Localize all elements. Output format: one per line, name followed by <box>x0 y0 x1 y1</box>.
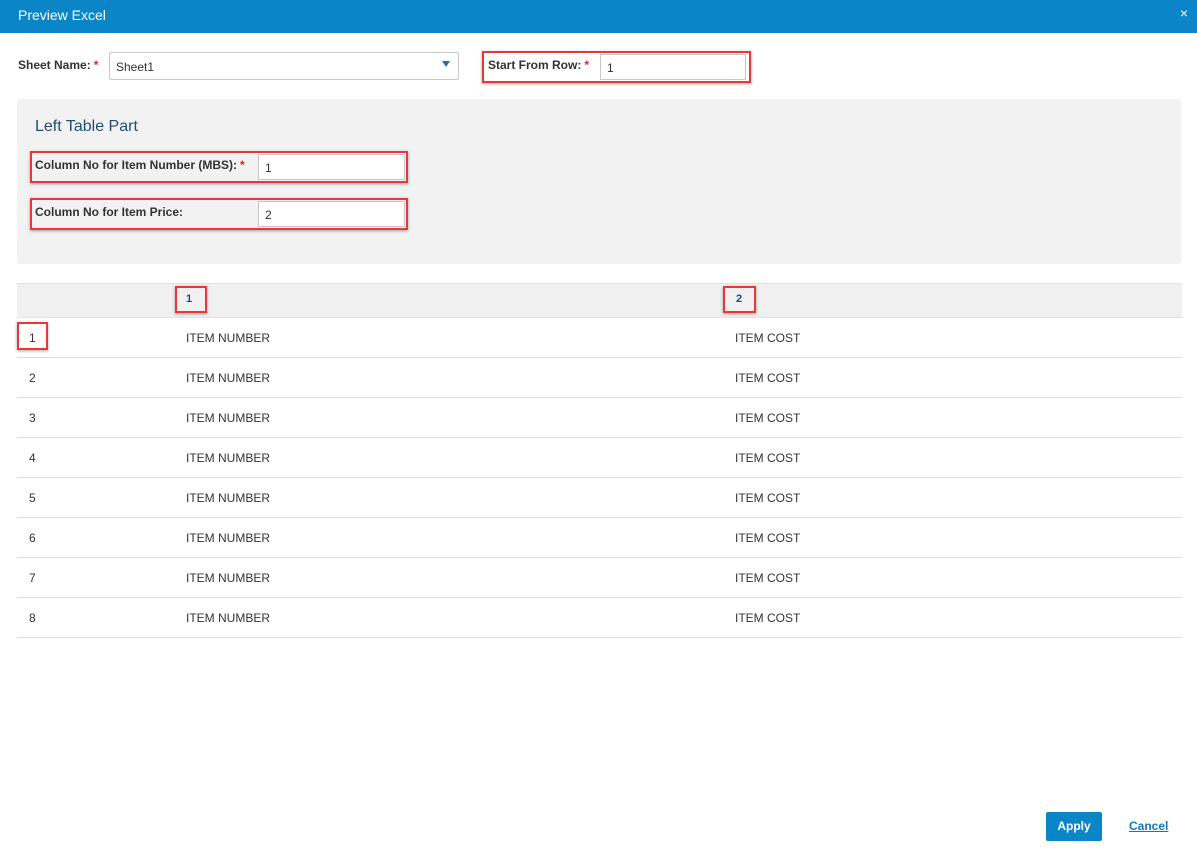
row-number: 8 <box>29 611 36 625</box>
column-header-2[interactable]: 2 <box>736 293 742 305</box>
item-number-cell: ITEM NUMBER <box>186 611 270 625</box>
sheet-name-select[interactable]: Sheet1 <box>109 52 459 80</box>
item-number-cell: ITEM NUMBER <box>186 571 270 585</box>
item-price-col-label: Column No for Item Price: <box>35 205 184 219</box>
sheet-name-label: Sheet Name: * <box>18 58 98 72</box>
sheet-name-label-text: Sheet Name: <box>18 58 91 72</box>
row-number: 6 <box>29 531 36 545</box>
required-mark: * <box>240 158 245 172</box>
left-table-part-panel <box>17 99 1181 264</box>
row-number: 1 <box>29 331 36 345</box>
table-row[interactable]: 7 ITEM NUMBER ITEM COST <box>17 558 1182 598</box>
cancel-link[interactable]: Cancel <box>1129 819 1168 833</box>
required-mark: * <box>584 58 590 72</box>
item-price-col-input[interactable]: 2 <box>258 201 405 227</box>
panel-title: Left Table Part <box>35 118 138 135</box>
item-number-cell: ITEM NUMBER <box>186 531 270 545</box>
item-number-cell: ITEM NUMBER <box>186 491 270 505</box>
dialog-titlebar: Preview Excel × <box>0 0 1197 33</box>
required-mark: * <box>93 58 99 72</box>
start-row-label: Start From Row: * <box>488 58 589 72</box>
row-number: 5 <box>29 491 36 505</box>
table-row[interactable]: 6 ITEM NUMBER ITEM COST <box>17 518 1182 558</box>
table-row[interactable]: 3 ITEM NUMBER ITEM COST <box>17 398 1182 438</box>
item-number-cell: ITEM NUMBER <box>186 451 270 465</box>
row-number: 4 <box>29 451 36 465</box>
table-row[interactable]: 1 ITEM NUMBER ITEM COST <box>17 318 1182 358</box>
start-row-input[interactable]: 1 <box>600 54 746 80</box>
item-number-col-input[interactable]: 1 <box>258 154 405 180</box>
item-cost-cell: ITEM COST <box>735 411 801 425</box>
dialog-title: Preview Excel <box>18 7 106 23</box>
item-number-cell: ITEM NUMBER <box>186 371 270 385</box>
row-number: 3 <box>29 411 36 425</box>
apply-button[interactable]: Apply <box>1046 812 1102 841</box>
close-icon[interactable]: × <box>1180 6 1188 20</box>
table-row[interactable]: 2 ITEM NUMBER ITEM COST <box>17 358 1182 398</box>
item-number-cell: ITEM NUMBER <box>186 411 270 425</box>
item-cost-cell: ITEM COST <box>735 531 801 545</box>
sheet-name-value: Sheet1 <box>116 60 155 74</box>
item-cost-cell: ITEM COST <box>735 451 801 465</box>
item-cost-cell: ITEM COST <box>735 331 801 345</box>
item-number-cell: ITEM NUMBER <box>186 331 270 345</box>
row-number: 2 <box>29 371 36 385</box>
item-cost-cell: ITEM COST <box>735 491 801 505</box>
chevron-down-icon[interactable] <box>442 61 450 67</box>
item-cost-cell: ITEM COST <box>735 611 801 625</box>
item-cost-cell: ITEM COST <box>735 571 801 585</box>
row-number: 7 <box>29 571 36 585</box>
item-number-col-label-text: Column No for Item Number (MBS): <box>35 158 237 172</box>
table-row[interactable]: 4 ITEM NUMBER ITEM COST <box>17 438 1182 478</box>
item-cost-cell: ITEM COST <box>735 371 801 385</box>
start-row-label-text: Start From Row: <box>488 58 582 72</box>
item-number-col-label: Column No for Item Number (MBS): * <box>35 158 245 172</box>
column-header-1[interactable]: 1 <box>186 293 192 305</box>
table-row[interactable]: 8 ITEM NUMBER ITEM COST <box>17 598 1182 638</box>
table-row[interactable]: 5 ITEM NUMBER ITEM COST <box>17 478 1182 518</box>
